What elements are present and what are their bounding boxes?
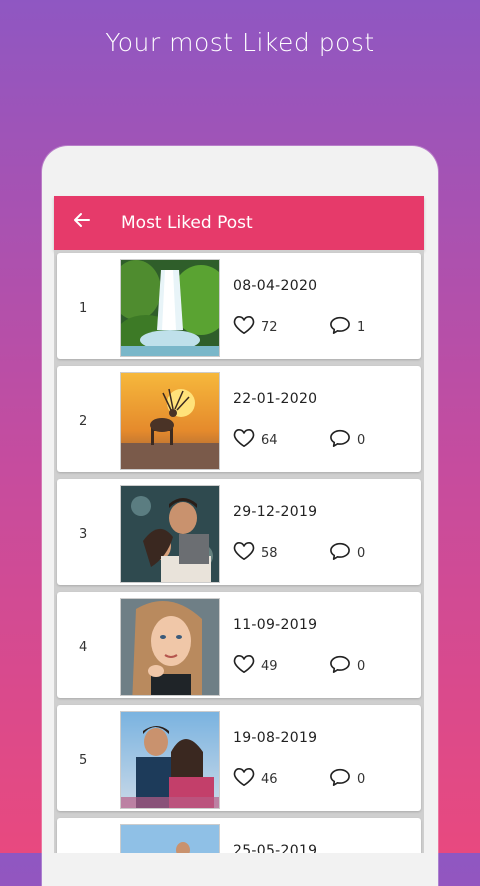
like-count-value: 49 <box>261 658 278 674</box>
post-row[interactable]: 2 22-01-2020 64 0 <box>57 366 421 472</box>
comment-count-value: 0 <box>357 771 366 787</box>
heart-icon <box>233 541 255 565</box>
app-bar: Most Liked Post <box>54 196 424 250</box>
post-date: 22-01-2020 <box>233 391 318 407</box>
like-count-value: 46 <box>261 771 278 787</box>
comment-icon <box>329 428 351 452</box>
post-list[interactable]: 1 08-04-2020 72 1 2 22-01-2020 64 0 3 29… <box>54 250 424 853</box>
comment-count[interactable]: 0 <box>329 541 365 565</box>
post-date: 19-08-2019 <box>233 730 318 746</box>
post-thumbnail[interactable] <box>120 711 220 809</box>
post-rank: 5 <box>79 753 88 768</box>
post-thumbnail[interactable] <box>120 259 220 357</box>
post-date: 08-04-2020 <box>233 278 318 294</box>
post-thumbnail[interactable] <box>120 598 220 696</box>
post-row[interactable]: 5 19-08-2019 46 0 <box>57 705 421 811</box>
comment-count-value: 0 <box>357 658 366 674</box>
post-rank: 2 <box>79 414 88 429</box>
app-bar-title: Most Liked Post <box>121 213 253 233</box>
post-rank: 3 <box>79 527 88 542</box>
like-count[interactable]: 64 <box>233 428 278 452</box>
comment-count-value: 0 <box>357 545 366 561</box>
like-count-value: 72 <box>261 319 278 335</box>
post-thumbnail[interactable] <box>120 372 220 470</box>
post-row[interactable]: 1 08-04-2020 72 1 <box>57 253 421 359</box>
comment-count[interactable]: 0 <box>329 767 365 791</box>
heart-icon <box>233 315 255 339</box>
heart-icon <box>233 767 255 791</box>
like-count-value: 64 <box>261 432 278 448</box>
post-row[interactable]: 3 29-12-2019 58 0 <box>57 479 421 585</box>
post-date: 25-05-2019 <box>233 843 318 853</box>
heart-icon <box>233 428 255 452</box>
like-count[interactable]: 46 <box>233 767 278 791</box>
comment-count-value: 0 <box>357 432 366 448</box>
comment-icon <box>329 767 351 791</box>
comment-icon <box>329 654 351 678</box>
post-thumbnail[interactable] <box>120 485 220 583</box>
post-date: 11-09-2019 <box>233 617 318 633</box>
comment-count[interactable]: 0 <box>329 428 365 452</box>
back-button[interactable] <box>54 196 110 250</box>
comment-count-value: 1 <box>357 319 366 335</box>
arrow-left-icon <box>72 210 92 236</box>
comment-icon <box>329 315 351 339</box>
like-count[interactable]: 49 <box>233 654 278 678</box>
post-row[interactable]: 25-05-2019 <box>57 818 421 853</box>
like-count[interactable]: 58 <box>233 541 278 565</box>
page-headline: Your most Liked post <box>105 28 375 57</box>
post-row[interactable]: 4 11-09-2019 49 0 <box>57 592 421 698</box>
heart-icon <box>233 654 255 678</box>
comment-count[interactable]: 1 <box>329 315 365 339</box>
like-count[interactable]: 72 <box>233 315 278 339</box>
comment-count[interactable]: 0 <box>329 654 365 678</box>
comment-icon <box>329 541 351 565</box>
post-rank: 4 <box>79 640 88 655</box>
like-count-value: 58 <box>261 545 278 561</box>
post-rank: 1 <box>79 301 88 316</box>
post-date: 29-12-2019 <box>233 504 318 520</box>
post-thumbnail[interactable] <box>120 824 220 853</box>
